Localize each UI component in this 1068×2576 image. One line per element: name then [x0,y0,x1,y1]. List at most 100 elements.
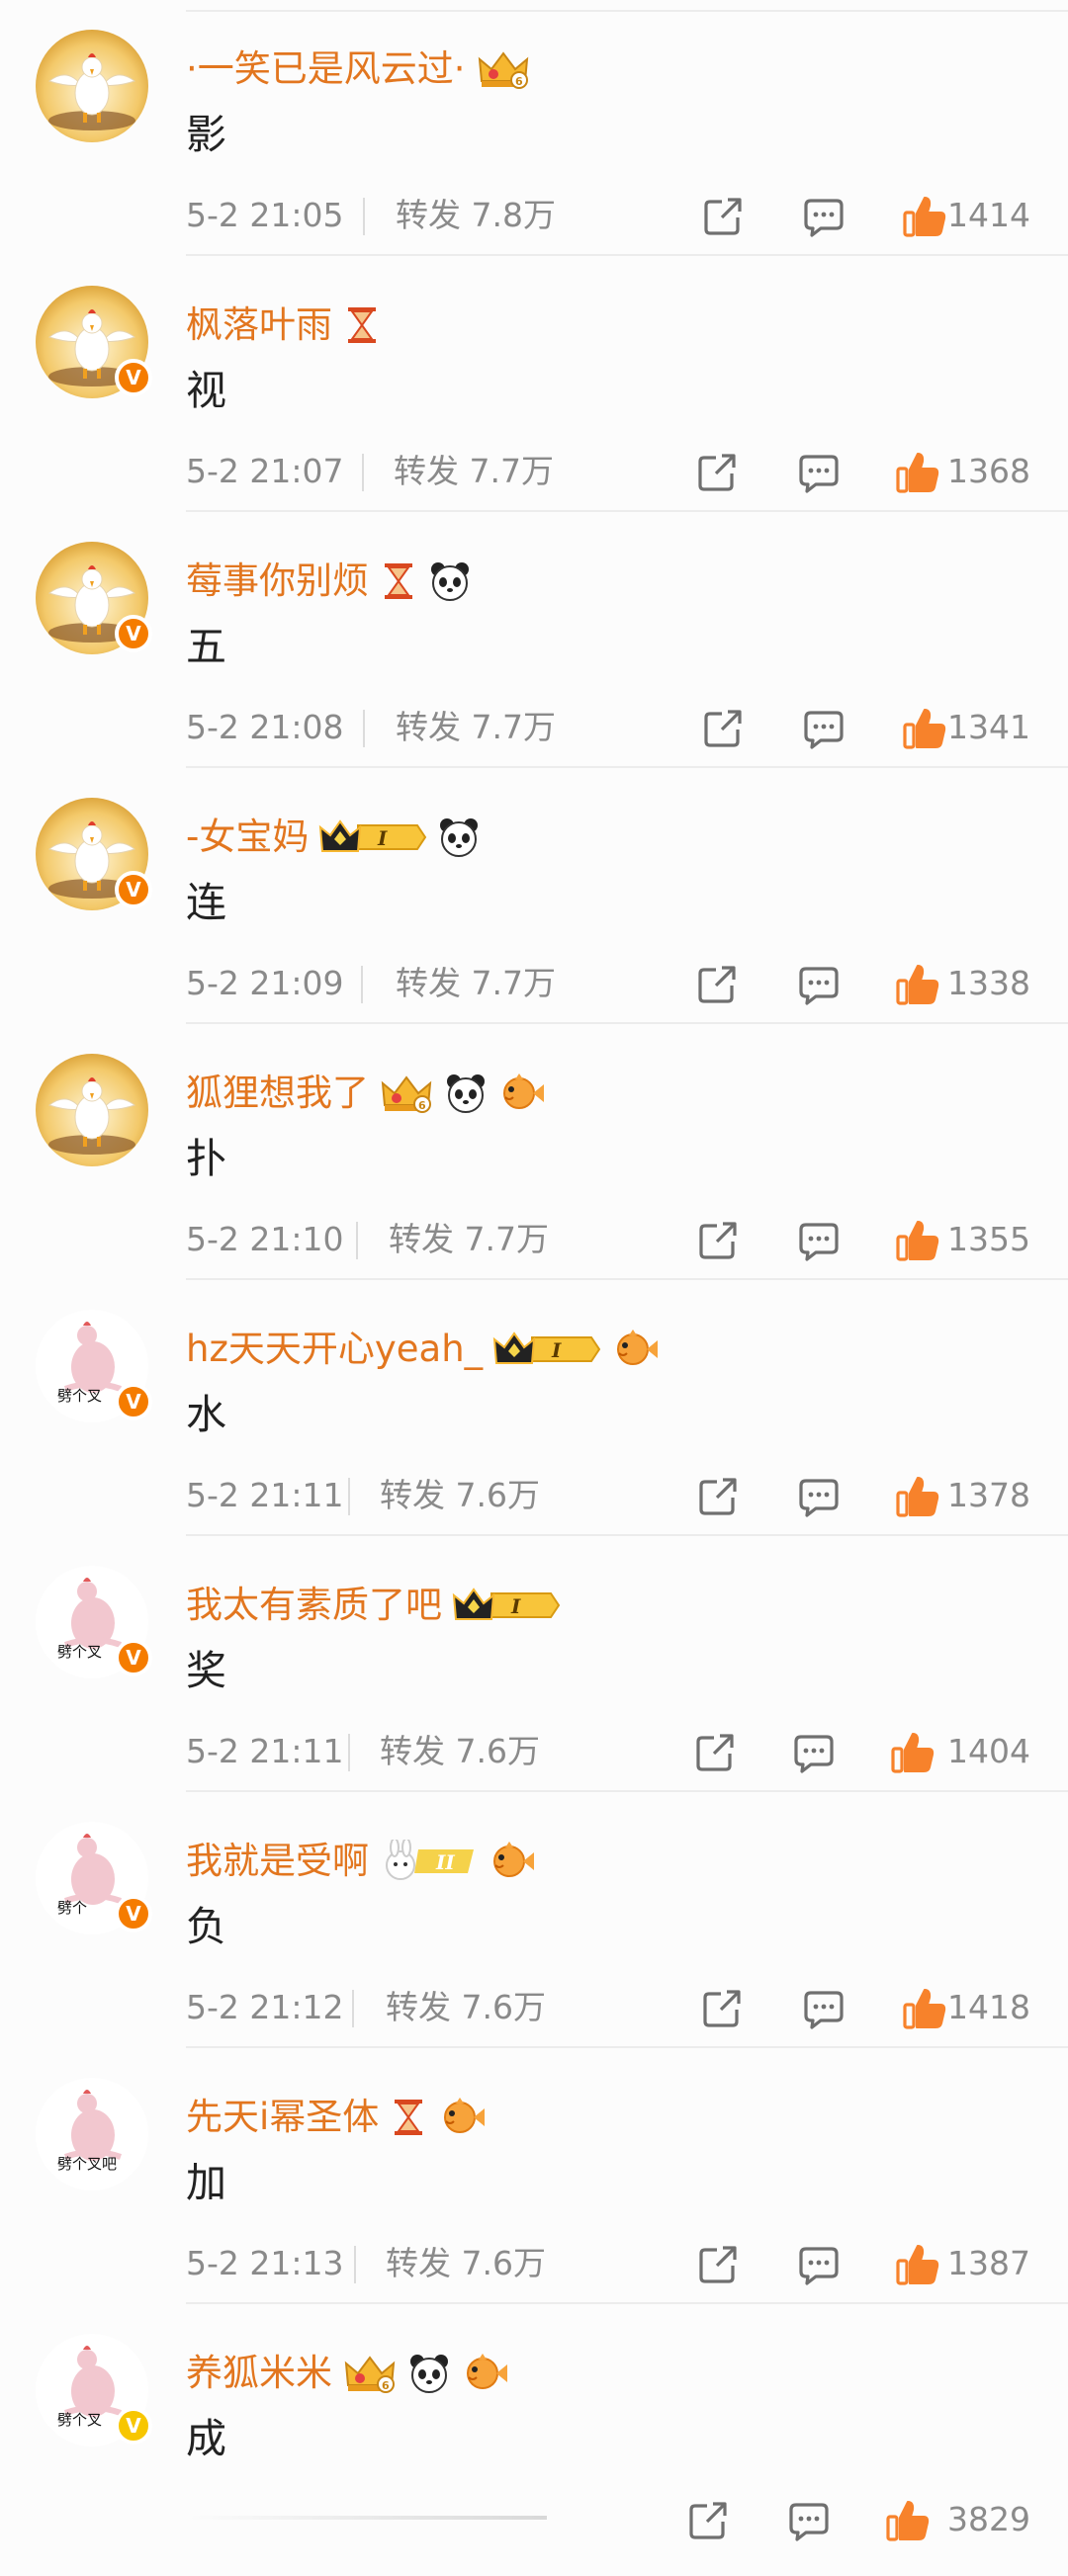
comment-icon[interactable] [801,1986,846,2031]
share-icon[interactable] [699,1986,745,2031]
username[interactable]: ·一笑已是风云过· [186,42,466,97]
comment-icon[interactable] [796,1218,842,1263]
hourglass-icon [389,2096,428,2139]
comment-text: 成 [186,2415,226,2462]
comment-item: 狐狸想我了 6 扑 5-2 21:10 转发 7.7万 1355 [0,1024,1068,1280]
comment-text: 视 [186,367,226,414]
repost-count[interactable]: 转发 7.6万 [386,2236,546,2291]
avatar-image: 劈个叉吧 [36,2078,148,2190]
repost-count[interactable]: 转发 7.6万 [380,1724,540,1779]
meta-row: 5-2 21:11 转发 7.6万 1378 [186,1468,1068,1523]
share-icon[interactable] [694,962,740,1007]
svg-text:6: 6 [515,75,523,88]
timestamp: 5-2 21:05 [186,196,344,234]
svg-text:劈个叉: 劈个叉 [57,1387,102,1405]
comment-icon[interactable] [801,194,846,239]
like-count: 1418 [947,1988,1030,2026]
svg-text:劈个叉吧: 劈个叉吧 [57,2155,117,2173]
share-icon[interactable] [694,450,740,495]
thumbs-up-icon[interactable] [885,2498,931,2543]
comment-text: 五 [186,623,226,670]
timestamp: 5-2 21:10 [186,1220,344,1258]
avatar[interactable]: 劈个叉 V [36,1310,152,1422]
thumbs-up-icon[interactable] [895,450,940,495]
like-count: 1338 [947,964,1030,1002]
repost-count[interactable]: 转发 7.7万 [396,700,556,755]
username[interactable]: hz天天开心yeah_ [186,1322,483,1377]
repost-count[interactable]: 转发 7.7万 [394,444,554,499]
share-icon[interactable] [700,706,746,751]
crown-level-icon: 6 [342,2352,398,2395]
comment-icon[interactable] [786,2498,832,2543]
vip-level-1-icon: I [318,816,427,859]
svg-text:II: II [435,1850,455,1874]
repost-count[interactable]: 转发 7.7万 [389,1212,549,1267]
comment-icon[interactable] [796,2242,842,2287]
share-icon[interactable] [695,1474,741,1519]
username[interactable]: 我就是受啊 [186,1834,369,1889]
avatar[interactable]: V [36,286,152,398]
avatar[interactable] [36,30,148,142]
meta-divider [363,710,365,747]
thumbs-up-icon[interactable] [895,962,940,1007]
verified-badge-icon: V [115,2407,152,2445]
thumbs-up-icon[interactable] [902,706,947,751]
thumbs-up-icon[interactable] [895,1474,940,1519]
name-row: 我太有素质了吧 I [186,1578,561,1633]
hourglass-icon [342,303,382,347]
meta-row: 5-2 21:12 转发 7.6万 1418 [186,1980,1068,2035]
avatar[interactable]: 劈个叉 V [36,2334,152,2447]
username[interactable]: 枫落叶雨 [186,298,332,353]
like-count: 1355 [947,1220,1030,1258]
comment-icon[interactable] [801,706,846,751]
vip-level-1-icon: I [492,1328,601,1371]
svg-text:I: I [551,1338,562,1362]
repost-count[interactable]: 转发 7.6万 [380,1468,540,1523]
username[interactable]: 我太有素质了吧 [186,1578,442,1633]
comment-item: V 莓事你别烦 五 5-2 21:08 转发 7.7万 1341 [0,512,1068,768]
username[interactable]: -女宝妈 [186,810,309,865]
comment-item: 劈个叉 V hz天天开心yeah_ I 水 5-2 21:11 转发 7.6万 1… [0,1280,1068,1536]
username[interactable]: 狐狸想我了 [186,1066,369,1121]
username[interactable]: 先天i幂圣体 [186,2090,379,2145]
name-row: 枫落叶雨 [186,298,382,353]
share-icon[interactable] [692,1730,738,1775]
avatar[interactable]: 劈个叉 V [36,1566,152,1678]
repost-count[interactable]: 转发 7.7万 [396,956,556,1011]
meta-row: 5-2 21:10 转发 7.7万 1355 [186,1212,1068,1267]
comment-icon[interactable] [796,962,842,1007]
svg-text:I: I [377,826,388,850]
fish-badge-icon [488,1840,535,1883]
repost-count[interactable]: 转发 7.6万 [386,1980,546,2035]
timestamp: 5-2 21:08 [186,708,344,746]
like-count: 1414 [947,196,1030,234]
share-icon[interactable] [685,2498,731,2543]
meta-divider [348,1734,350,1771]
thumbs-up-icon[interactable] [902,194,947,239]
timestamp: 5-2 21:11 [186,1476,344,1514]
verified-badge-icon: V [115,1383,152,1420]
thumbs-up-icon[interactable] [895,1218,940,1263]
username[interactable]: 养狐米米 [186,2346,332,2401]
avatar[interactable] [36,1054,148,1166]
thumbs-up-icon[interactable] [890,1730,935,1775]
avatar[interactable]: 劈个叉吧 [36,2078,148,2190]
meta-divider [352,1990,354,2027]
comment-icon[interactable] [796,1474,842,1519]
comment-icon[interactable] [791,1730,837,1775]
thumbs-up-icon[interactable] [902,1986,947,2031]
share-icon[interactable] [700,194,746,239]
repost-count[interactable]: 转发 7.8万 [396,188,556,243]
avatar[interactable]: V [36,798,152,910]
comment-item: 劈个叉吧 先天i幂圣体 加 5-2 21:13 转发 7.6万 1387 [0,2048,1068,2304]
like-count: 1404 [947,1732,1030,1770]
avatar[interactable]: 劈个 V [36,1822,152,1934]
share-icon[interactable] [695,1218,741,1263]
thumbs-up-icon[interactable] [895,2242,940,2287]
comment-icon[interactable] [796,450,842,495]
meta-row: 5-2 21:13 转发 7.6万 1387 [186,2236,1068,2291]
like-count: 1341 [947,708,1030,746]
username[interactable]: 莓事你别烦 [186,554,369,609]
avatar[interactable]: V [36,542,152,654]
share-icon[interactable] [695,2242,741,2287]
